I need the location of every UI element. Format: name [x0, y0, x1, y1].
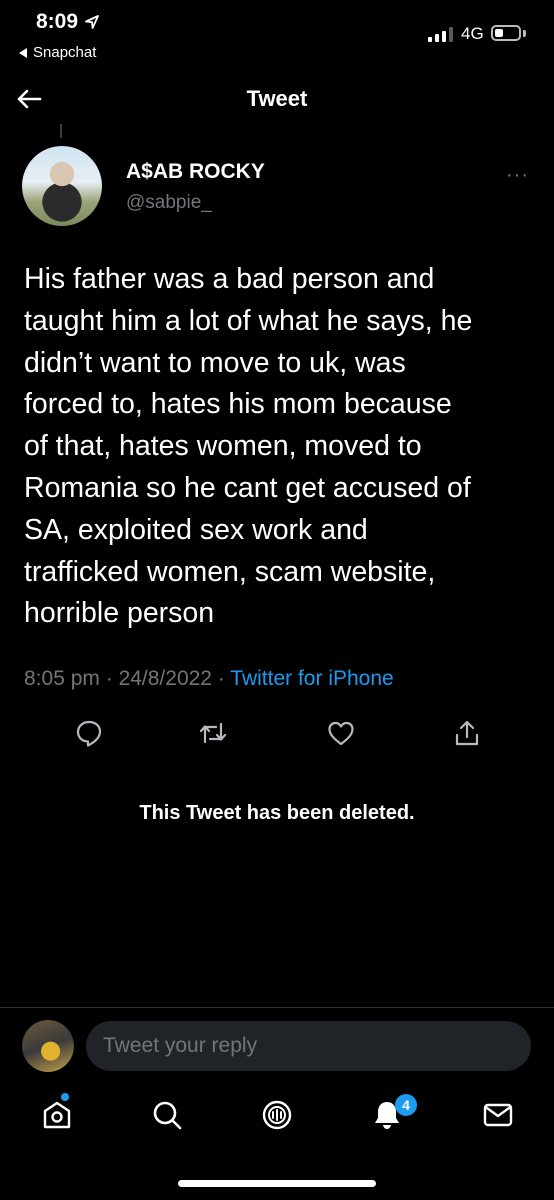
tweet-meta: 8:05 pm · 24/8/2022 · Twitter for iPhone	[24, 667, 394, 691]
status-time: 8:09	[36, 10, 100, 34]
back-app-label: Snapchat	[33, 44, 97, 61]
page-title: Tweet	[246, 86, 308, 111]
thread-line	[60, 124, 62, 138]
status-time-text: 8:09	[36, 10, 79, 33]
messages-icon[interactable]	[481, 1098, 515, 1132]
location-arrow-icon	[85, 15, 99, 29]
home-unread-dot	[61, 1093, 69, 1101]
signal-icon	[428, 26, 453, 42]
home-icon[interactable]	[40, 1098, 74, 1132]
retweet-icon[interactable]	[198, 718, 228, 748]
search-icon[interactable]	[150, 1098, 184, 1132]
share-icon[interactable]	[452, 718, 482, 748]
meta-separator: ·	[99, 667, 119, 690]
reply-placeholder[interactable]: Tweet your reply	[103, 1034, 257, 1058]
tweet-source-link[interactable]: Twitter for iPhone	[230, 667, 393, 690]
home-indicator[interactable]	[178, 1180, 376, 1187]
like-icon[interactable]	[326, 718, 356, 748]
tweet-text: His father was a bad person and taught h…	[24, 263, 473, 630]
meta-separator-2: ·	[212, 667, 231, 690]
battery-icon	[491, 25, 521, 41]
author-avatar[interactable]	[22, 146, 102, 226]
reply-icon[interactable]	[74, 718, 104, 748]
battery-tip	[523, 30, 526, 37]
back-to-app[interactable]: Snapchat	[18, 44, 96, 61]
author-handle[interactable]: @sabpie_	[126, 192, 212, 214]
back-triangle-icon	[19, 47, 27, 58]
network-label: 4G	[461, 24, 484, 43]
divider	[0, 1007, 554, 1008]
user-avatar[interactable]	[22, 1020, 74, 1072]
tweet-date: 24/8/2022	[118, 667, 212, 690]
deleted-tweet-notice: This Tweet has been deleted.	[139, 802, 415, 824]
notifications-badge: 4	[395, 1094, 417, 1116]
author-display-name[interactable]: A$AB ROCKY	[126, 160, 265, 184]
spaces-icon[interactable]	[260, 1098, 294, 1132]
tweet-time: 8:05 pm	[24, 667, 100, 690]
more-options-icon[interactable]: ···	[506, 164, 529, 187]
